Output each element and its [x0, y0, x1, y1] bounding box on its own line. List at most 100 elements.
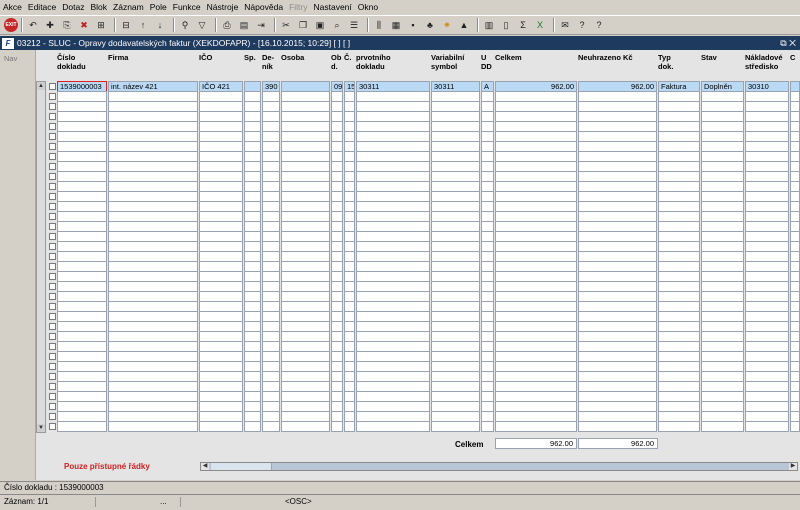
scroll-thumb[interactable]	[211, 463, 272, 470]
cell-firma[interactable]	[108, 421, 198, 432]
delete-icon[interactable]: ⊟	[119, 18, 133, 32]
excel-icon[interactable]: X	[533, 18, 547, 32]
row-checkbox[interactable]	[49, 303, 56, 310]
context-help-icon[interactable]: ?	[592, 18, 606, 32]
delete-record-icon[interactable]: ✖	[77, 18, 91, 32]
row-checkbox[interactable]	[49, 333, 56, 340]
nav-label[interactable]: Nav	[0, 50, 35, 63]
row-checkbox[interactable]	[49, 403, 56, 410]
row-checkbox[interactable]	[49, 343, 56, 350]
row-checkbox[interactable]	[49, 253, 56, 260]
calc-icon[interactable]: ▦	[389, 18, 403, 32]
row-checkbox[interactable]	[49, 273, 56, 280]
column-header-neuhr[interactable]: Neuhrazeno Kč	[578, 53, 633, 62]
star-icon[interactable]: ✷	[440, 18, 454, 32]
paste-icon[interactable]: ▣	[313, 18, 327, 32]
copy-record-icon[interactable]: ⎘	[60, 18, 74, 32]
row-checkbox[interactable]	[49, 363, 56, 370]
column-header-nak[interactable]: Nákladové středisko	[745, 53, 783, 71]
print-preview-icon[interactable]: ▤	[237, 18, 251, 32]
column-header-stav[interactable]: Stav	[701, 53, 717, 62]
menu-item-10[interactable]: Nastavení	[310, 0, 354, 15]
scroll-up-icon[interactable]: ▲	[37, 82, 45, 90]
query-icon[interactable]: ⚲	[178, 18, 192, 32]
row-checkbox[interactable]	[49, 423, 56, 430]
cell-osoba[interactable]	[281, 421, 330, 432]
row-checkbox[interactable]	[49, 103, 56, 110]
email-icon[interactable]: ✉	[558, 18, 572, 32]
cell-sp[interactable]	[244, 421, 261, 432]
list-icon[interactable]: ☰	[347, 18, 361, 32]
row-checkbox[interactable]	[49, 183, 56, 190]
sort-asc-icon[interactable]: ↑	[136, 18, 150, 32]
cell-var[interactable]	[431, 421, 480, 432]
cell-typ[interactable]	[658, 421, 700, 432]
horizontal-scrollbar[interactable]: ◀ ▶	[200, 462, 798, 471]
filter-icon[interactable]: ▽	[195, 18, 209, 32]
menu-item-7[interactable]: Nástroje	[204, 0, 242, 15]
sum-icon[interactable]: Σ	[516, 18, 530, 32]
cell-ob[interactable]	[331, 421, 343, 432]
menu-item-2[interactable]: Dotaz	[59, 0, 87, 15]
menu-item-9[interactable]: Filtry	[286, 0, 310, 15]
cell-ico[interactable]	[199, 421, 243, 432]
row-checkbox[interactable]	[49, 113, 56, 120]
row-checkbox[interactable]	[49, 203, 56, 210]
find-icon[interactable]: ⌕	[330, 18, 344, 32]
menu-item-8[interactable]: Nápověda	[241, 0, 286, 15]
cell-extra[interactable]	[790, 421, 800, 432]
row-checkbox[interactable]	[49, 293, 56, 300]
cell-prv[interactable]	[356, 421, 430, 432]
scroll-left-icon[interactable]: ◀	[201, 463, 209, 470]
row-checkbox[interactable]	[49, 213, 56, 220]
cell-celkem[interactable]	[495, 421, 577, 432]
scroll-right-icon[interactable]: ▶	[789, 463, 797, 470]
export-icon[interactable]: ⇥	[254, 18, 268, 32]
column-header-ico[interactable]: IČO	[199, 53, 212, 62]
column-header-c[interactable]: Č.	[344, 53, 352, 62]
row-checkbox[interactable]	[49, 193, 56, 200]
menu-item-1[interactable]: Editace	[25, 0, 59, 15]
column-header-sp[interactable]: Sp.	[244, 53, 256, 62]
chart-icon[interactable]: ▥	[482, 18, 496, 32]
column-header-var[interactable]: Variabilní symbol	[431, 53, 464, 71]
row-checkbox[interactable]	[49, 133, 56, 140]
help-icon[interactable]: ?	[575, 18, 589, 32]
tree-icon[interactable]: ♣	[423, 18, 437, 32]
column-header-prv[interactable]: prvotního dokladu	[356, 53, 391, 71]
cell-cislo[interactable]	[57, 421, 107, 432]
menu-item-3[interactable]: Blok	[87, 0, 110, 15]
row-checkbox[interactable]	[49, 283, 56, 290]
row-checkbox[interactable]	[49, 323, 56, 330]
row-checkbox[interactable]	[49, 173, 56, 180]
row-checkbox[interactable]	[49, 313, 56, 320]
row-checkbox[interactable]	[49, 93, 56, 100]
row-checkbox[interactable]	[49, 353, 56, 360]
menu-item-6[interactable]: Funkce	[170, 0, 204, 15]
column-header-osoba[interactable]: Osoba	[281, 53, 304, 62]
pyramid-icon[interactable]: ▲	[457, 18, 471, 32]
menu-item-0[interactable]: Akce	[0, 0, 25, 15]
row-checkbox[interactable]	[49, 233, 56, 240]
row-checkbox[interactable]	[49, 143, 56, 150]
save-icon[interactable]: ▪	[406, 18, 420, 32]
column-header-firma[interactable]: Firma	[108, 53, 128, 62]
menu-item-5[interactable]: Pole	[147, 0, 170, 15]
doc-icon[interactable]: ▯	[499, 18, 513, 32]
row-checkbox[interactable]	[49, 383, 56, 390]
column-header-extra[interactable]: C	[790, 53, 795, 62]
scroll-down-icon[interactable]: ▼	[37, 424, 45, 432]
exit-button[interactable]: EXIT	[4, 18, 18, 32]
new-record-icon[interactable]: ✚	[43, 18, 57, 32]
cell-denik[interactable]	[262, 421, 280, 432]
print-icon[interactable]: ⎙	[220, 18, 234, 32]
row-checkbox[interactable]	[49, 83, 56, 90]
row-checkbox[interactable]	[49, 393, 56, 400]
row-checkbox[interactable]	[49, 153, 56, 160]
window-controls[interactable]: ⧉ ✕	[780, 36, 796, 50]
menu-item-11[interactable]: Okno	[355, 0, 381, 15]
cell-stav[interactable]	[701, 421, 744, 432]
cut-icon[interactable]: ✂	[279, 18, 293, 32]
column-header-celkem[interactable]: Celkem	[495, 53, 522, 62]
cell-udd[interactable]	[481, 421, 494, 432]
